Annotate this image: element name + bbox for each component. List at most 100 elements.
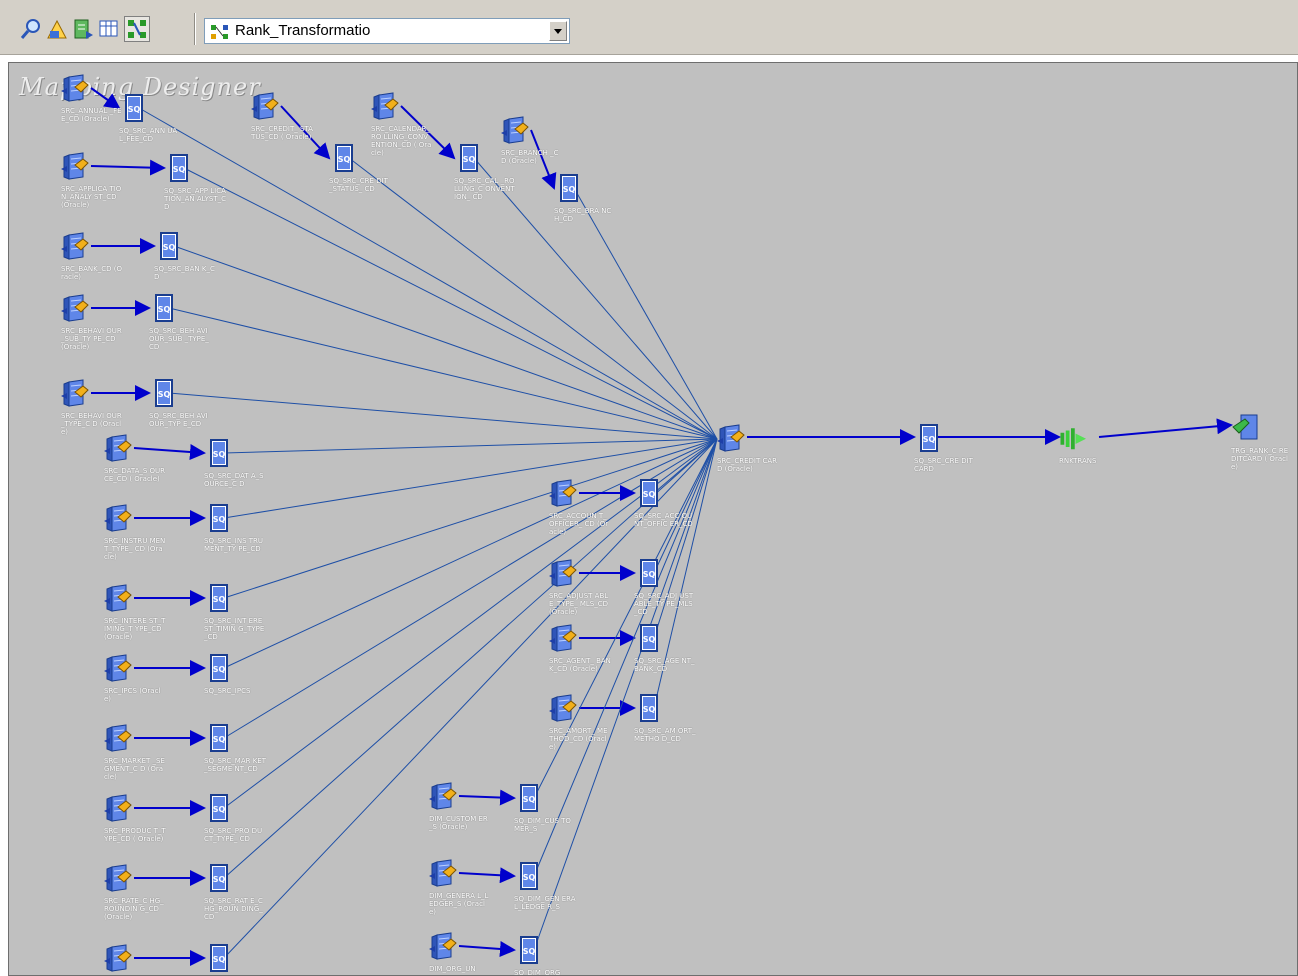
mapping-selector[interactable]: Rank_Transformatio xyxy=(204,18,570,44)
source-node-icon xyxy=(251,92,279,120)
source-to-qualifier-link xyxy=(458,867,516,884)
svg-text:SQ: SQ xyxy=(523,795,536,804)
qualifier-node-icon: SQ xyxy=(210,584,228,612)
qualifier-node-icon: SQ xyxy=(210,654,228,682)
chevron-down-icon[interactable] xyxy=(549,21,567,41)
qualifier-node-icon: SQ xyxy=(520,936,538,964)
source-node-icon xyxy=(104,584,132,612)
source-node-icon xyxy=(104,794,132,822)
source-node-label: DIM_CUSTOM ER_S (Oracle) xyxy=(429,815,488,831)
svg-text:SQ: SQ xyxy=(563,185,576,194)
qualifier-node-label: SQ_SRC_BEH AVIOUR_SUB _TYPE_CD xyxy=(149,327,209,351)
qualifier-node-label: SQ_SRC_MAR KET_SEGME NT_CD xyxy=(204,757,267,773)
source-node-icon xyxy=(429,782,457,810)
qualifier-node-label: SQ_SRC_ACC OUNT_OFFIC ER_CD xyxy=(634,512,693,528)
qualifier-node-label: SQ_SRC_ANN UAL_FEE_CD xyxy=(119,127,178,143)
source-analyzer-icon[interactable] xyxy=(44,16,70,42)
fan-in-link xyxy=(138,107,718,440)
source-node-icon xyxy=(104,724,132,752)
svg-text:SQ: SQ xyxy=(338,155,351,164)
source-node-label: SRC_BRANCH _CD (Oracle) xyxy=(501,149,559,165)
qualifier-node-icon: SQ xyxy=(520,862,538,890)
qualifier-node-label: SQ_SRC_IPCS xyxy=(204,687,251,695)
source-node-label: SRC_DATA_S OURCE_CD ( Oracle) xyxy=(104,467,166,483)
qualifier-node-label: SQ_SRC_AGE NT_BANK_CD xyxy=(634,657,695,673)
source-node-label: SRC_APPLICA TION_ANALY ST_CD (Oracle) xyxy=(61,185,122,209)
source-node-label: SRC_IPCS (Oracle) xyxy=(104,687,161,703)
source-node-label: SRC_PRODUC T_TYPE_CD ( Oracle) xyxy=(104,827,166,843)
source-node-icon xyxy=(104,944,132,972)
source-node-label: SRC_CREDIT_ STATUS_CD ( Oracle) xyxy=(251,125,313,141)
svg-text:SQ: SQ xyxy=(173,165,186,174)
source-node-icon xyxy=(61,294,89,322)
mapping-icon xyxy=(211,24,229,44)
transformation-developer-icon[interactable] xyxy=(96,16,122,42)
qualifier-node-icon: SQ xyxy=(560,174,578,202)
source-node-icon xyxy=(61,379,89,407)
fan-in-link xyxy=(183,167,718,440)
qualifier-node-label: SQ_SRC_DAT A_SOURCE_C D xyxy=(204,472,264,488)
qualifier-node-label: SQ_SRC_INS TRUMENT_TY PE_CD xyxy=(204,537,264,553)
credit-card-source-node-icon xyxy=(717,424,745,452)
svg-text:SQ: SQ xyxy=(213,875,226,884)
toolbar-separator xyxy=(194,13,196,45)
source-node-label: SRC_INSTRU MENT_TYPE_ CD (Oracle) xyxy=(104,537,166,561)
qualifier-node-icon: SQ xyxy=(460,144,478,172)
qualifier-node-icon: SQ xyxy=(210,794,228,822)
source-to-qualifier-link xyxy=(458,789,516,806)
qualifier-node-icon: SQ xyxy=(335,144,353,172)
qualifier-node-label: SQ_SRC_ADJ USTABLE_TY PE_MLS_CD xyxy=(634,592,694,616)
qualifier-node-icon: SQ xyxy=(640,624,658,652)
svg-text:SQ: SQ xyxy=(523,947,536,956)
svg-text:SQ: SQ xyxy=(158,390,171,399)
source-node-label: SRC_ANNUAL _FEE_CD (Oracle) xyxy=(61,107,122,123)
svg-text:SQ: SQ xyxy=(643,570,656,579)
qualifier-node-icon: SQ xyxy=(210,944,228,972)
svg-text:SQ: SQ xyxy=(213,735,226,744)
source-node-label: SRC_RATE_C HG_ROUNDIN G_CD (Oracle) xyxy=(104,897,164,921)
qualifier-node-icon: SQ xyxy=(640,559,658,587)
target-node-label: TRG_RANK_C REDITCARD ( Oracle) xyxy=(1231,447,1289,471)
qualifier-node-label: SQ_SRC_BRA NCH_CD xyxy=(554,207,612,223)
fan-in-link xyxy=(168,307,718,440)
qualifier-node-label: SQ_SRC_CRE DIT_STATUS_ CD xyxy=(329,177,388,193)
source-node-label: SRC_ADJUST ABLE_TYPE_ MLS_CD (Oracle) xyxy=(549,592,609,616)
rank-transformation-node-label: RNKTRANS xyxy=(1059,457,1097,465)
source-node-icon xyxy=(61,232,89,260)
qualifier-node-label: SQ_SRC_AM ORT_METHO D_CD xyxy=(634,727,696,743)
qualifier-node-label: SQ_SRC_RAT E_CHG_ROUN DING_CD xyxy=(204,897,263,921)
source-node-icon xyxy=(104,654,132,682)
source-node-label: SRC_MARKET _SEGMENT_C D (Oracle) xyxy=(104,757,165,781)
source-node-icon xyxy=(61,74,89,102)
qualifier-node-icon: SQ xyxy=(170,154,188,182)
svg-text:SQ: SQ xyxy=(923,435,936,444)
source-to-qualifier-link xyxy=(90,87,121,110)
credit-card-qualifier-node-icon: SQ xyxy=(920,424,938,452)
qualifier-node-icon: SQ xyxy=(125,94,143,122)
source-node-icon xyxy=(104,434,132,462)
mapping-designer-icon[interactable] xyxy=(124,16,150,42)
qualifier-node-label: SQ_SRC_BAN K_CD xyxy=(154,265,215,281)
qualifier-node-icon: SQ xyxy=(155,294,173,322)
qualifier-node-label: SQ_SRC_INT EREST_TIMIN G_TYPE_CD xyxy=(204,617,265,641)
source-node-icon xyxy=(429,932,457,960)
target-designer-icon[interactable] xyxy=(70,16,96,42)
qualifier-node-label: SQ_SRC_PRO DUCT_TYPE_ CD xyxy=(204,827,263,843)
qualifier-node-icon: SQ xyxy=(210,504,228,532)
rank-transformation-node-icon xyxy=(1060,428,1086,450)
rank-to-target-link xyxy=(1098,418,1233,438)
source-node-label: SRC_AGENT_ BANK_CD (Oracle) xyxy=(549,657,611,673)
qualifier-node-icon: SQ xyxy=(160,232,178,260)
find-icon[interactable] xyxy=(18,16,44,42)
qualifier-node-icon: SQ xyxy=(640,479,658,507)
svg-text:SQ: SQ xyxy=(643,705,656,714)
source-node-icon xyxy=(61,152,89,180)
source-node-icon xyxy=(549,559,577,587)
qualifier-node-icon: SQ xyxy=(210,439,228,467)
qualifier-node-label: SQ_SRC_APP LICATION_AN ALYST_CD xyxy=(164,187,226,211)
qualifier-node-icon: SQ xyxy=(210,864,228,892)
qualifier-node-label: SQ_DIM_ORG xyxy=(514,969,561,976)
svg-text:SQ: SQ xyxy=(643,490,656,499)
mapping-canvas[interactable]: Mapping Designer SRC_ANNUAL _FEE_CD (Ora… xyxy=(8,62,1298,976)
source-node-label: DIM_GENERA L_LEDGER_S (Oracle) xyxy=(429,892,489,916)
